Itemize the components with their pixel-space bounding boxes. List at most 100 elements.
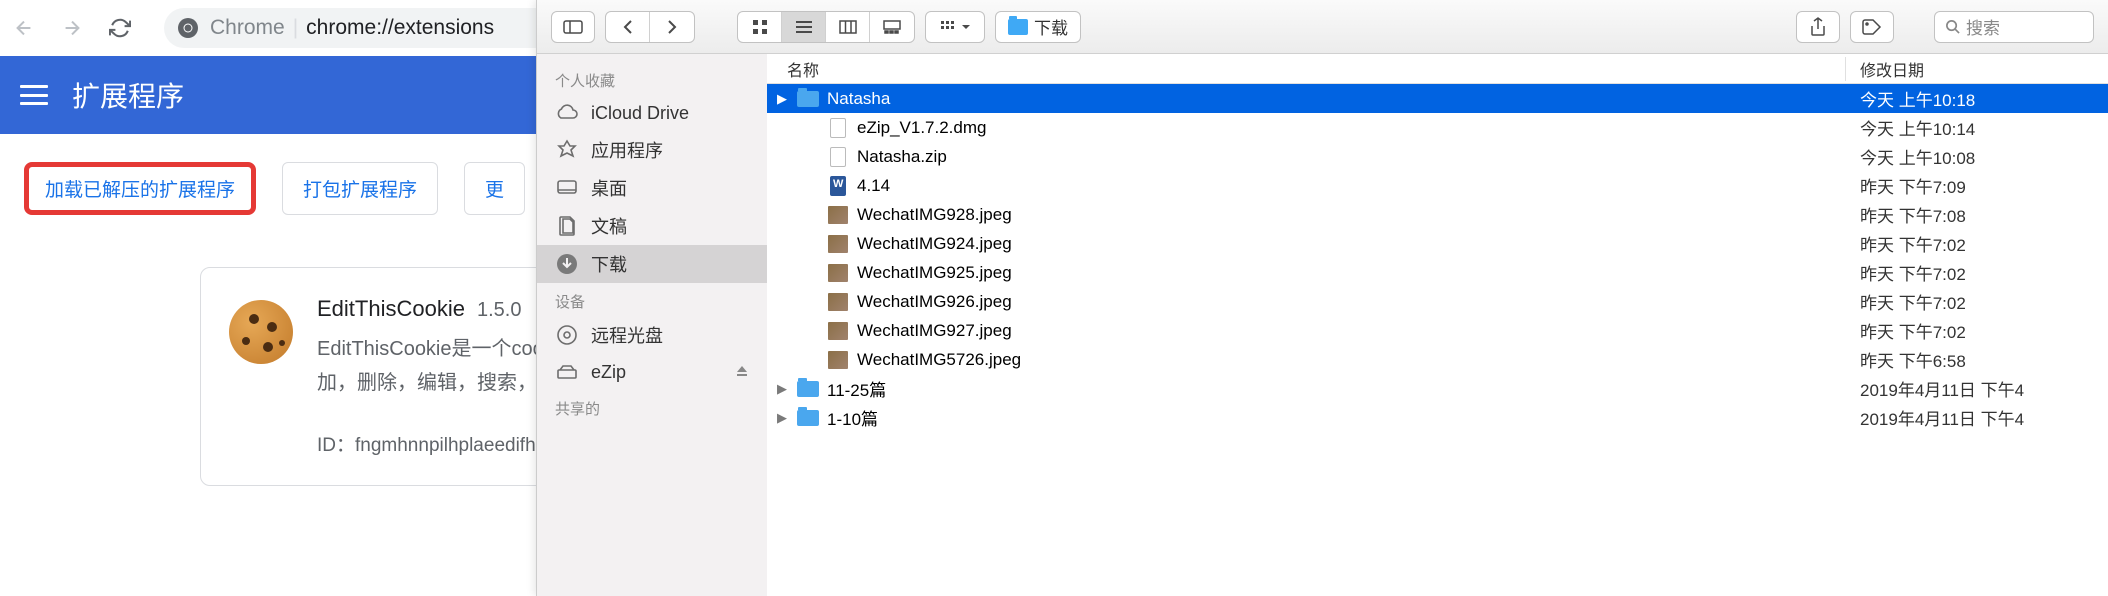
icon-view-button[interactable] — [738, 12, 782, 42]
eject-icon[interactable] — [735, 362, 749, 383]
finder-forward-button[interactable] — [650, 12, 694, 42]
file-row[interactable]: ▶WechatIMG926.jpeg昨天 下午7:02 — [767, 287, 2108, 316]
cookie-icon — [229, 300, 293, 364]
arrange-button[interactable] — [926, 12, 984, 42]
column-name[interactable]: 名称 — [767, 57, 1846, 81]
nav-group — [605, 11, 695, 43]
file-name: WechatIMG925.jpeg — [857, 263, 1012, 283]
column-view-button[interactable] — [826, 12, 870, 42]
menu-icon[interactable] — [20, 85, 48, 105]
file-date: 昨天 下午7:09 — [1846, 173, 2108, 198]
favorites-section-label: 个人收藏 — [537, 62, 767, 95]
sidebar-item-remote-disc[interactable]: 远程光盘 — [537, 316, 767, 354]
zip-icon — [827, 146, 849, 168]
finder-body: 个人收藏 iCloud Drive 应用程序 桌面 文稿 下载 设备 — [537, 54, 2108, 596]
sidebar-item-label: 下载 — [591, 251, 627, 277]
sidebar-item-desktop[interactable]: 桌面 — [537, 169, 767, 207]
file-row[interactable]: ▶ 11-25篇 2019年4月11日 下午4 — [767, 374, 2108, 403]
file-row[interactable]: ▶4.14昨天 下午7:09 — [767, 171, 2108, 200]
sidebar-item-downloads[interactable]: 下载 — [537, 245, 767, 283]
sidebar-item-label: 文稿 — [591, 213, 627, 239]
img-icon — [827, 320, 849, 342]
apps-icon — [555, 138, 579, 162]
sidebar-item-ezip[interactable]: eZip — [537, 354, 767, 390]
reload-button[interactable] — [104, 12, 136, 44]
sidebar-toggle-button[interactable] — [551, 11, 595, 43]
file-name: Natasha — [827, 89, 890, 109]
forward-button[interactable] — [56, 12, 88, 44]
file-row[interactable]: ▶WechatIMG928.jpeg昨天 下午7:08 — [767, 200, 2108, 229]
finder-back-button[interactable] — [606, 12, 650, 42]
addr-separator: | — [293, 16, 298, 40]
file-row[interactable]: ▶1-10篇2019年4月11日 下午4 — [767, 403, 2108, 432]
file-row[interactable]: ▶Natasha今天 上午10:18 — [767, 84, 2108, 113]
file-row[interactable]: ▶WechatIMG5726.jpeg昨天 下午6:58 — [767, 345, 2108, 374]
sidebar-item-applications[interactable]: 应用程序 — [537, 131, 767, 169]
search-icon — [1945, 19, 1960, 34]
gallery-view-button[interactable] — [870, 12, 914, 42]
file-name: 4.14 — [857, 176, 890, 196]
column-date[interactable]: 修改日期 — [1846, 57, 2108, 81]
file-date: 昨天 下午7:02 — [1846, 289, 2108, 314]
addr-path: chrome://extensions — [306, 16, 494, 40]
search-placeholder: 搜索 — [1966, 14, 2000, 39]
file-row[interactable]: ▶WechatIMG927.jpeg昨天 下午7:02 — [767, 316, 2108, 345]
sidebar-item-documents[interactable]: 文稿 — [537, 207, 767, 245]
folder-icon — [1008, 19, 1028, 35]
file-date: 今天 上午10:08 — [1846, 144, 2108, 169]
path-selector[interactable]: 下载 — [995, 11, 1081, 43]
back-button[interactable] — [8, 12, 40, 44]
file-row[interactable]: ▶WechatIMG925.jpeg昨天 下午7:02 — [767, 258, 2108, 287]
pack-extension-button[interactable]: 打包扩展程序 — [282, 162, 438, 215]
sidebar-item-label: 应用程序 — [591, 137, 663, 163]
tag-button[interactable] — [1850, 11, 1894, 43]
file-name: WechatIMG927.jpeg — [857, 321, 1012, 341]
file-date: 昨天 下午7:08 — [1846, 202, 2108, 227]
disclosure-triangle[interactable]: ▶ — [777, 410, 789, 426]
column-header: 名称 修改日期 — [767, 54, 2108, 84]
disclosure-triangle[interactable]: ▶ — [777, 381, 789, 397]
file-name: 11-25篇 — [827, 376, 886, 401]
search-box[interactable]: 搜索 — [1934, 11, 2094, 43]
view-group — [737, 11, 915, 43]
file-row[interactable]: ▶Natasha.zip今天 上午10:08 — [767, 142, 2108, 171]
dmg-icon — [827, 117, 849, 139]
file-name: WechatIMG926.jpeg — [857, 292, 1012, 312]
drive-icon — [555, 360, 579, 384]
file-name: WechatIMG928.jpeg — [857, 205, 1012, 225]
cloud-icon — [555, 101, 579, 125]
file-date: 昨天 下午7:02 — [1846, 260, 2108, 285]
file-name: 1-10篇 — [827, 405, 878, 430]
img-icon — [827, 349, 849, 371]
desktop-icon — [555, 176, 579, 200]
docs-icon — [555, 214, 579, 238]
sidebar-item-icloud[interactable]: iCloud Drive — [537, 95, 767, 131]
sidebar-item-label: iCloud Drive — [591, 103, 689, 124]
chrome-logo-icon — [176, 16, 200, 40]
share-button[interactable] — [1796, 11, 1840, 43]
load-unpacked-button[interactable]: 加载已解压的扩展程序 — [24, 162, 256, 215]
update-button[interactable]: 更 — [464, 162, 525, 215]
file-name: eZip_V1.7.2.dmg — [857, 118, 986, 138]
disclosure-triangle[interactable]: ▶ — [777, 91, 789, 107]
file-date: 昨天 下午7:02 — [1846, 231, 2108, 256]
file-row[interactable]: ▶eZip_V1.7.2.dmg今天 上午10:14 — [767, 113, 2108, 142]
file-date: 2019年4月11日 下午4 — [1846, 376, 2108, 401]
list-view-button[interactable] — [782, 12, 826, 42]
download-icon — [555, 252, 579, 276]
shared-section-label: 共享的 — [537, 390, 767, 423]
finder-window: 下载 搜索 个人收藏 iCloud Drive 应用程序 桌面 — [536, 0, 2108, 596]
path-label: 下载 — [1034, 14, 1068, 39]
arrange-group — [925, 11, 985, 43]
file-row[interactable]: ▶WechatIMG924.jpeg昨天 下午7:02 — [767, 229, 2108, 258]
img-icon — [827, 204, 849, 226]
file-date: 昨天 下午6:58 — [1846, 347, 2108, 372]
folder-icon — [797, 378, 819, 400]
finder-toolbar: 下载 搜索 — [537, 0, 2108, 54]
address-text: Chrome | chrome://extensions — [210, 16, 494, 40]
file-name: WechatIMG924.jpeg — [857, 234, 1012, 254]
file-list: ▶Natasha今天 上午10:18▶eZip_V1.7.2.dmg今天 上午1… — [767, 84, 2108, 596]
file-name: Natasha.zip — [857, 147, 947, 167]
disc-icon — [555, 323, 579, 347]
devices-section-label: 设备 — [537, 283, 767, 316]
